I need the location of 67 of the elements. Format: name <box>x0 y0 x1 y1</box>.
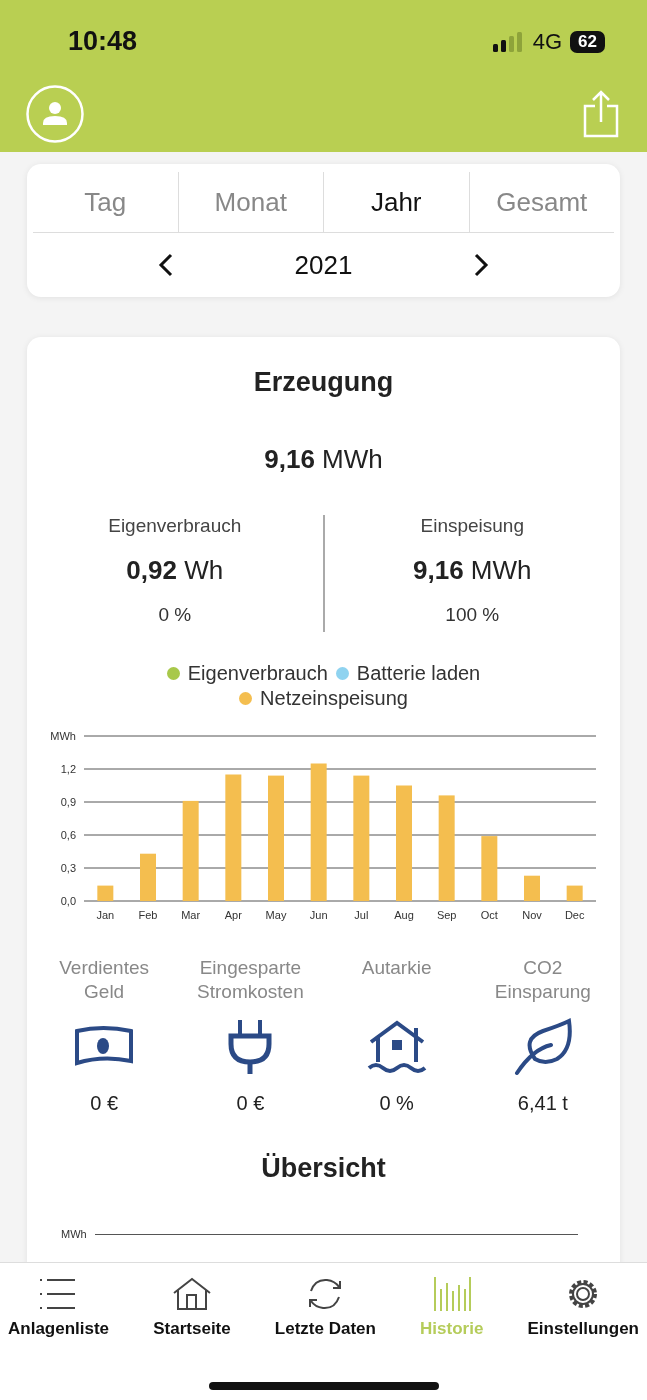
stat-value: 9,16 MWh <box>413 555 532 586</box>
savings-label: Autarkie <box>360 956 433 980</box>
period-tab[interactable]: Jahr <box>324 172 470 232</box>
profile-icon[interactable] <box>26 85 84 143</box>
axis-category-label: Jun <box>309 909 328 921</box>
stat-share: 0 % <box>158 604 192 626</box>
total-value: 9,16 MWh <box>264 444 383 475</box>
legend-label: Eigenverbrauch <box>187 662 328 685</box>
year-label: 2021 <box>294 249 353 281</box>
bars-icon <box>431 1277 472 1311</box>
leaf-icon <box>512 1018 573 1076</box>
tab-bar-item[interactable]: Letzte Daten <box>274 1277 376 1354</box>
battery-level: 62 <box>570 30 605 53</box>
network-type: 4G <box>532 28 563 55</box>
axis-unit-label: MWh <box>61 1228 87 1240</box>
chevron-left-icon[interactable] <box>158 253 174 277</box>
chart-bar <box>96 885 113 901</box>
period-tab[interactable]: Tag <box>33 172 179 232</box>
chart-bar <box>523 875 540 901</box>
axis-category-label: Mar <box>180 909 200 921</box>
stat-label: Eigenverbrauch <box>108 515 242 537</box>
axis-category-label: Jan <box>95 909 114 921</box>
savings-value: 0 % <box>379 1092 414 1115</box>
tab-bar-item[interactable]: Einstellungen <box>527 1277 639 1354</box>
signal-icon <box>492 31 525 52</box>
axis-category-label: Aug <box>393 909 414 921</box>
period-tab[interactable]: Gesamt <box>469 172 614 232</box>
chevron-right-icon[interactable] <box>473 253 489 277</box>
flooded-house-icon <box>366 1018 427 1076</box>
axis-category-label: May <box>265 909 286 921</box>
stat-share: 100 % <box>445 604 500 626</box>
savings-value: 6,41 t <box>517 1092 568 1115</box>
home-indicator[interactable] <box>208 1382 439 1390</box>
legend-label: Batterie laden <box>356 662 481 685</box>
axis-category-label: Dec <box>564 909 584 921</box>
share-icon[interactable] <box>583 90 619 138</box>
chart-bar <box>566 885 583 901</box>
savings-label: Eingesparte Stromkosten <box>196 956 305 1004</box>
tab-bar-item[interactable]: Startseite <box>153 1277 231 1354</box>
axis-tick-label: 0,9 <box>60 796 76 808</box>
axis-category-label: Jul <box>353 909 368 921</box>
axis-tick-label: 1,2 <box>60 763 76 775</box>
axis-category-label: Feb <box>138 909 157 921</box>
plug-icon <box>226 1018 275 1076</box>
savings-value: 0 € <box>236 1092 265 1115</box>
savings-value: 0 € <box>90 1092 119 1115</box>
home-icon <box>171 1277 212 1311</box>
chart-bar <box>480 836 497 901</box>
tab-bar-item[interactable]: Anlagenliste <box>8 1277 110 1354</box>
period-tab[interactable]: Monat <box>178 172 324 232</box>
axis-category-label: Oct <box>480 909 498 921</box>
legend-label: Netzeinspeisung <box>260 687 408 710</box>
axis-tick-label: 0,3 <box>60 862 76 874</box>
axis-tick-label: 0,6 <box>60 829 76 841</box>
section-title: Übersicht <box>261 1153 386 1184</box>
axis-tick-label: MWh <box>49 730 76 742</box>
section-title: Erzeugung <box>253 367 394 398</box>
stat-label: Einspeisung <box>420 515 524 537</box>
stat-value: 0,92 Wh <box>126 555 224 586</box>
chart-bar <box>139 853 156 901</box>
savings-label: CO2 Einsparung <box>493 956 592 1004</box>
axis-category-label: Sep <box>436 909 456 921</box>
axis-category-label: Apr <box>224 909 242 921</box>
axis-category-label: Nov <box>521 909 542 921</box>
clock-time: 10:48 <box>68 26 138 57</box>
axis-tick-label: 0,0 <box>60 895 76 907</box>
savings-label: Verdientes Geld <box>58 956 150 1004</box>
